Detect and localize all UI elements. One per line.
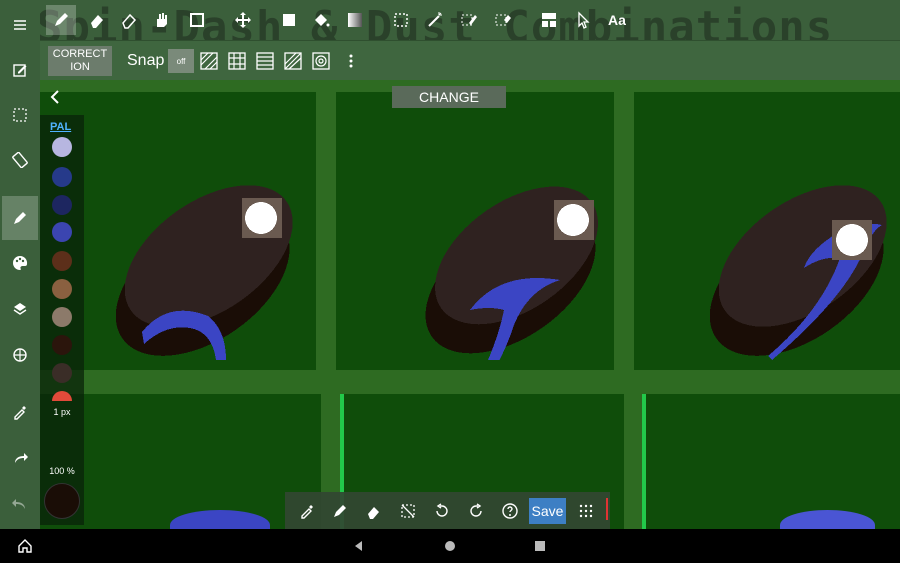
palette-swatch[interactable] (52, 137, 72, 157)
palette-icon[interactable] (2, 241, 38, 285)
left-sidebar (0, 0, 40, 529)
eyedropper-icon[interactable] (2, 390, 38, 434)
correction-button[interactable]: CORRECT ION (48, 46, 112, 76)
sprite-frame-3 (709, 185, 887, 360)
select-pen-icon[interactable] (454, 5, 484, 35)
layers-icon[interactable] (2, 287, 38, 331)
select-rect-icon[interactable] (386, 5, 416, 35)
palette-swatch[interactable] (52, 222, 72, 242)
move-icon[interactable] (228, 5, 258, 35)
layer-comp-icon[interactable] (534, 5, 564, 35)
dots-grid-icon[interactable] (575, 500, 597, 522)
gradient-icon[interactable] (340, 5, 370, 35)
snap-perspective-icon[interactable] (280, 49, 306, 73)
soft-eraser-icon[interactable] (114, 5, 144, 35)
back-icon[interactable] (350, 537, 368, 555)
pointer-icon[interactable] (568, 5, 598, 35)
fill-rectangle-icon[interactable] (274, 5, 304, 35)
menu-icon[interactable] (2, 3, 38, 47)
pencil-icon[interactable] (46, 5, 76, 35)
brush-size-label[interactable]: 1 px (40, 407, 84, 417)
reference-icon[interactable] (2, 333, 38, 377)
palette-swatch[interactable] (52, 167, 72, 187)
change-button[interactable]: CHANGE (392, 86, 506, 108)
rectangle-icon[interactable] (182, 5, 212, 35)
eyedropper-icon[interactable] (296, 500, 318, 522)
magic-wand-icon[interactable] (420, 5, 450, 35)
opacity-label[interactable]: 100 % (40, 466, 84, 476)
color-palette: PAL 1 px 100 % (40, 115, 84, 525)
select-eraser-icon[interactable] (488, 5, 518, 35)
selection-icon[interactable] (2, 93, 38, 137)
sprite-frame-2 (425, 186, 599, 360)
frame-divider (642, 394, 646, 529)
undo-icon[interactable] (2, 482, 38, 526)
deselect-icon[interactable] (397, 500, 419, 522)
top-toolbar: Spin-Dash & Dust Combinations Aa (0, 0, 900, 53)
pencil-icon[interactable] (329, 500, 351, 522)
snap-grid-icon[interactable] (224, 49, 250, 73)
save-button[interactable]: Save (529, 498, 566, 524)
palette-swatch[interactable] (52, 335, 72, 355)
palette-title[interactable]: PAL (50, 121, 71, 133)
edit-icon[interactable] (2, 48, 38, 92)
text-icon[interactable]: Aa (602, 5, 632, 35)
color-indicator (606, 498, 608, 520)
current-color-swatch[interactable] (44, 483, 80, 519)
palette-swatch[interactable] (52, 307, 72, 327)
sprite-frame-1 (115, 185, 293, 360)
eraser-icon[interactable] (82, 5, 112, 35)
drawing-canvas[interactable] (40, 80, 900, 529)
snap-off-button[interactable]: off (168, 49, 194, 73)
snap-parallel-icon[interactable] (196, 49, 222, 73)
rotate-right-icon[interactable] (465, 500, 487, 522)
bottom-toolbar: Save (285, 492, 610, 529)
palette-swatch[interactable] (52, 363, 72, 383)
eraser-icon[interactable] (363, 500, 385, 522)
snap-horizontal-icon[interactable] (252, 49, 278, 73)
palette-swatch[interactable] (52, 279, 72, 299)
brush-icon[interactable] (2, 196, 38, 240)
palette-swatch[interactable] (52, 391, 72, 401)
home-icon[interactable] (441, 537, 459, 555)
app-home-icon[interactable] (16, 537, 34, 555)
redo-icon[interactable] (2, 436, 38, 480)
snap-concentric-icon[interactable] (308, 49, 334, 73)
palette-swatch[interactable] (52, 195, 72, 215)
more-options-icon[interactable] (338, 49, 364, 73)
chevron-left-icon[interactable] (48, 88, 64, 106)
snap-toolbar: CORRECT ION Snap off (40, 40, 900, 80)
bucket-icon[interactable] (306, 5, 336, 35)
rotate-left-icon[interactable] (431, 500, 453, 522)
transform-icon[interactable] (2, 138, 38, 182)
system-nav-bar (0, 529, 900, 563)
hand-icon[interactable] (146, 5, 176, 35)
help-icon[interactable] (499, 500, 521, 522)
palette-swatch[interactable] (52, 251, 72, 271)
recents-icon[interactable] (531, 537, 549, 555)
snap-label: Snap (127, 52, 165, 69)
canvas-frame-6 (644, 394, 900, 529)
